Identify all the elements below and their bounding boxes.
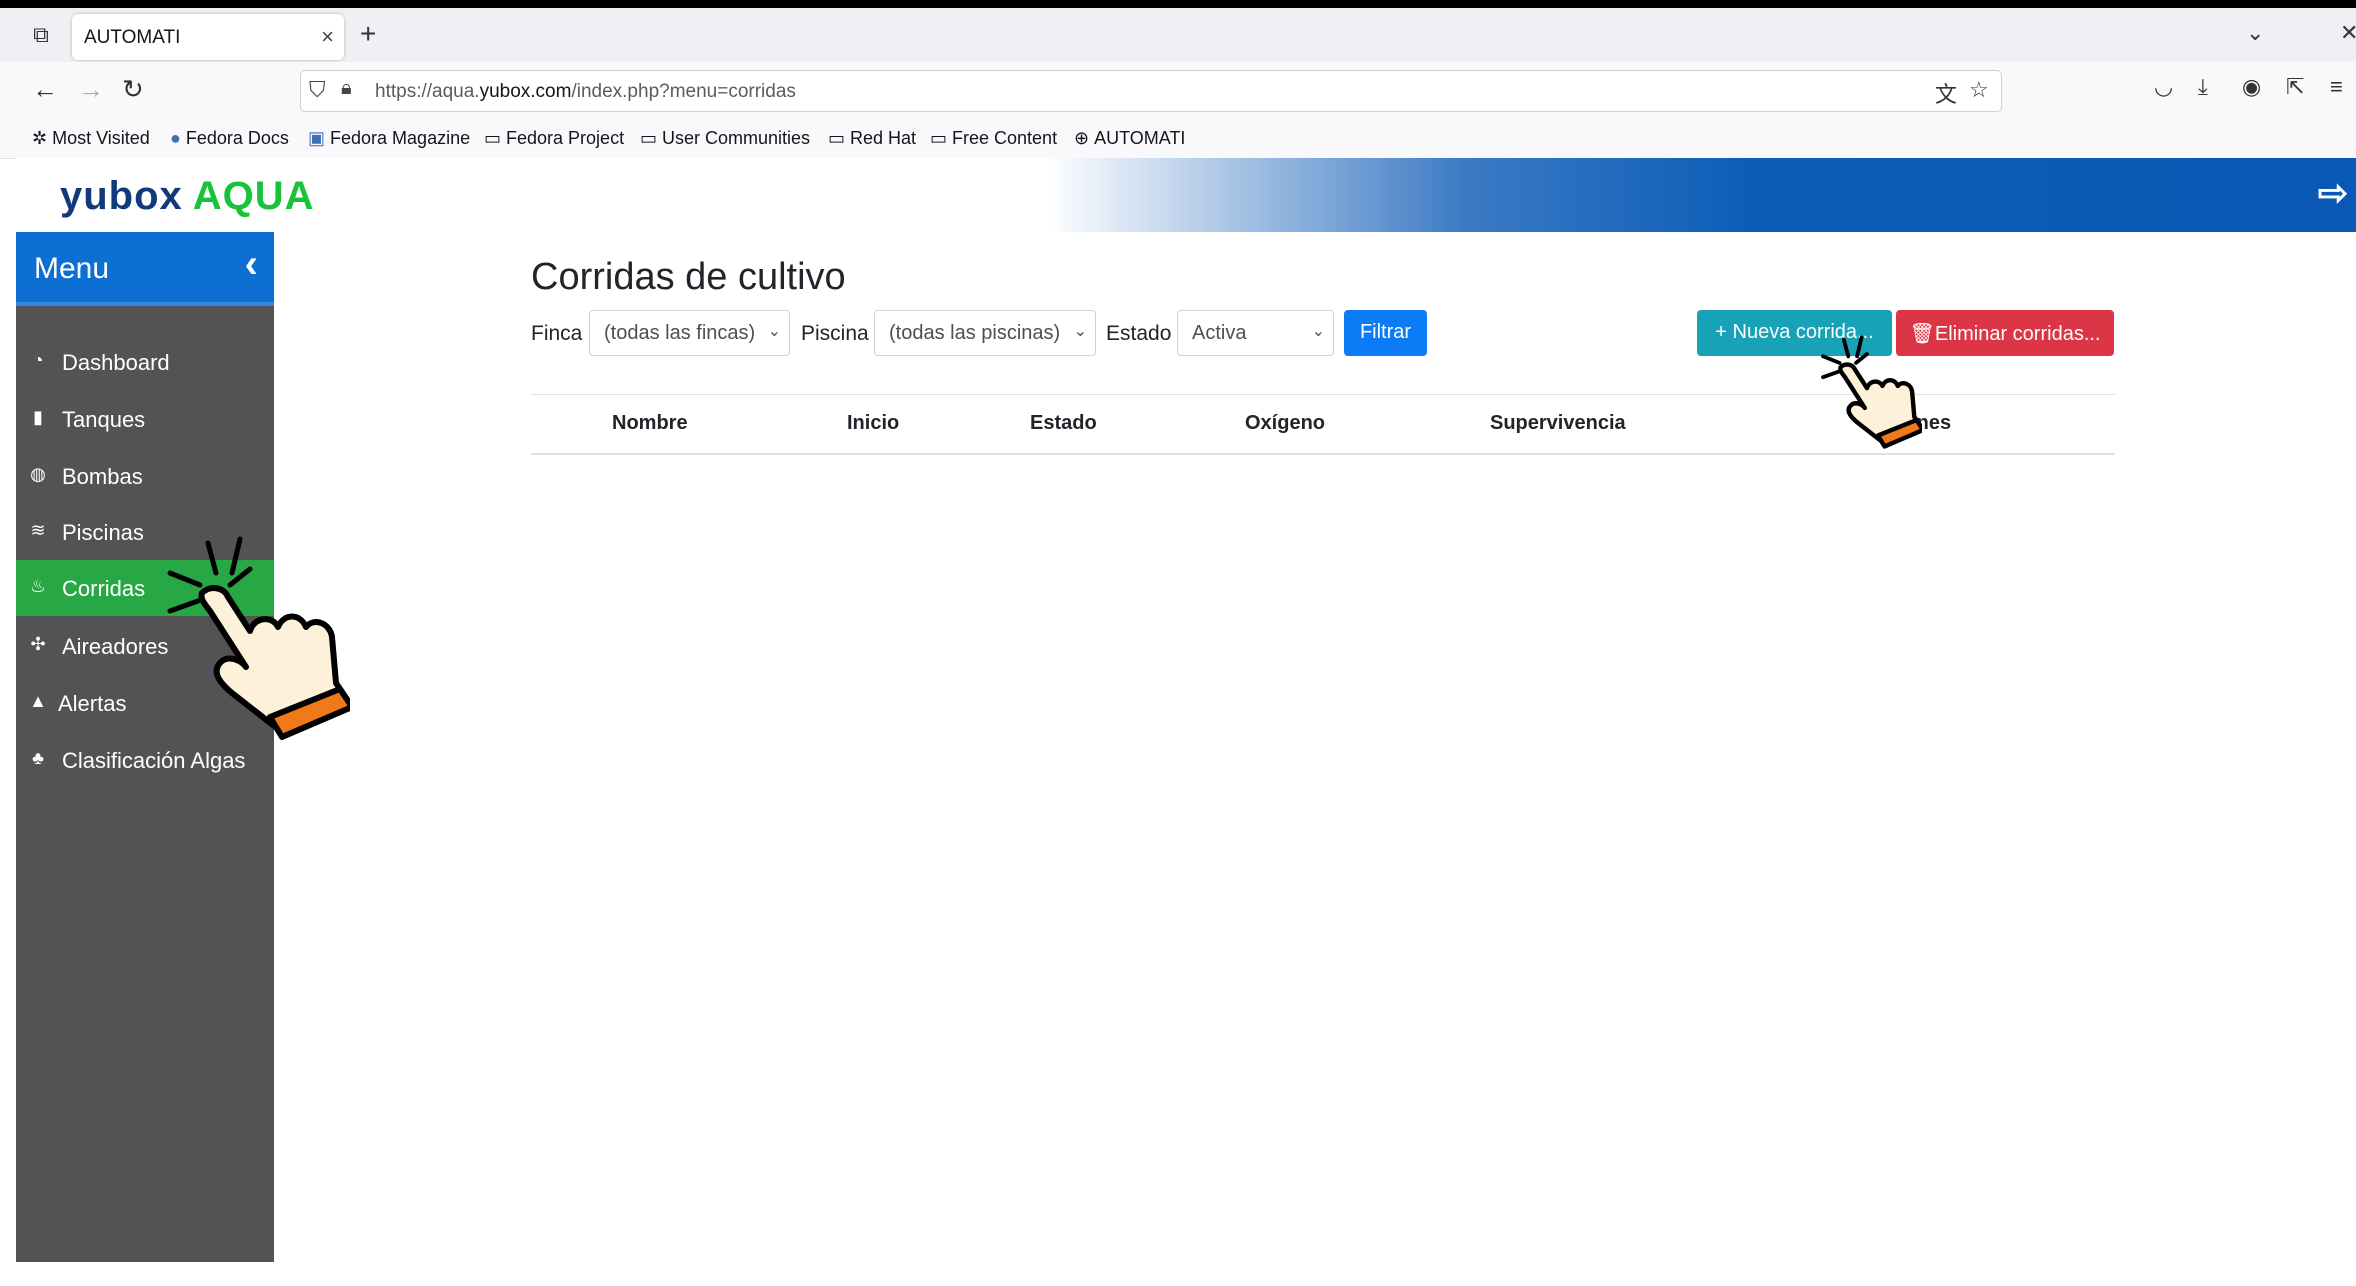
- translate-icon[interactable]: 文: [1935, 77, 1957, 109]
- column-header-inicio[interactable]: Inicio: [847, 412, 899, 435]
- lock-icon[interactable]: 🔒︎: [341, 77, 352, 100]
- dashboard-icon: ◔: [32, 350, 44, 370]
- tab-title: AUTOMATI: [84, 27, 181, 48]
- tab-list-icon[interactable]: ⧉: [26, 20, 56, 50]
- sidebar-item-label: Piscinas: [62, 520, 144, 545]
- bookmark-user-communities[interactable]: ▭ User Communities: [640, 128, 810, 149]
- menu-icon[interactable]: ≡: [2330, 74, 2343, 100]
- pointer-hand-icon: [167, 536, 350, 740]
- sidebar-item-label: Corridas: [62, 576, 146, 601]
- page-title: Corridas de cultivo: [531, 256, 846, 298]
- column-header-estado[interactable]: Estado: [1030, 412, 1097, 435]
- sidebar-item-label: Clasificación Algas: [62, 748, 246, 773]
- bookmark-most-visited[interactable]: ✲ Most Visited: [32, 128, 150, 149]
- download-icon[interactable]: ⤓: [2198, 74, 2208, 100]
- extensions-icon[interactable]: ⇱: [2286, 74, 2304, 100]
- browser-tab[interactable]: AUTOMATI ×: [72, 14, 344, 60]
- column-header-oxigeno[interactable]: Oxígeno: [1245, 412, 1325, 435]
- yubox-logo[interactable]: yubox AQUA: [60, 174, 315, 219]
- sidebar-item-label: Tanques: [62, 407, 146, 432]
- sidebar-item-label: Bombas: [62, 464, 143, 489]
- app-header: yubox AQUA ⇨: [16, 158, 2356, 232]
- chevron-down-icon: ⌄: [767, 323, 781, 340]
- forward-icon[interactable]: →: [78, 74, 104, 105]
- back-icon[interactable]: ←: [32, 74, 58, 105]
- bookmark-red-hat[interactable]: ▭ Red Hat: [828, 128, 916, 149]
- estado-select-value: Activa: [1192, 322, 1247, 344]
- finca-select[interactable]: (todas las fincas) ⌄: [589, 310, 790, 356]
- tab-close-icon[interactable]: ×: [321, 24, 334, 50]
- magazine-icon: ▣: [308, 128, 326, 148]
- pump-icon: ◍: [30, 464, 46, 484]
- sidebar: Menu ‹ ◔ Dashboard ▮ Tanques ◍ Bombas ≋ …: [16, 232, 274, 1262]
- bookmark-fedora-docs[interactable]: ● Fedora Docs: [170, 128, 289, 149]
- reload-icon[interactable]: ↻: [122, 74, 144, 105]
- bell-icon: ▲: [29, 691, 47, 711]
- shrimp-icon: ♨: [29, 576, 47, 596]
- bookmarks-bar: ✲ Most Visited ● Fedora Docs ▣ Fedora Magaz…: [0, 120, 2356, 159]
- screen: ⧉ AUTOMATI × + ⌄ ✕ ← → ↻ ⛉ 🔒︎ https://aq…: [0, 8, 2356, 1286]
- tank-icon: ▮: [33, 407, 43, 427]
- account-icon[interactable]: ◉: [2242, 74, 2261, 100]
- logout-icon[interactable]: ⇨: [2318, 172, 2348, 214]
- folder-icon: ▭: [484, 128, 502, 148]
- estado-label: Estado: [1106, 322, 1172, 345]
- new-tab-button[interactable]: +: [360, 18, 376, 50]
- column-header-nombre[interactable]: Nombre: [612, 412, 688, 435]
- browser-tab-bar: ⧉ AUTOMATI × + ⌄ ✕: [0, 8, 2356, 62]
- column-header-supervivencia[interactable]: Supervivencia: [1490, 412, 1626, 435]
- piscina-select[interactable]: (todas las piscinas) ⌄: [874, 310, 1096, 356]
- bookmark-fedora-project[interactable]: ▭ Fedora Project: [484, 128, 624, 149]
- close-icon[interactable]: ✕: [2340, 20, 2356, 46]
- shield-icon[interactable]: ⛉: [309, 77, 326, 103]
- url-bar[interactable]: ⛉ 🔒︎ https://aqua.yubox.com/index.php?me…: [300, 70, 2002, 112]
- menu-title: Menu: [34, 252, 110, 285]
- sidebar-item-clasificacion-algas[interactable]: ♣ Clasificación Algas: [16, 738, 274, 780]
- sidebar-item-bombas[interactable]: ◍ Bombas: [16, 454, 274, 496]
- sidebar-item-dashboard[interactable]: ◔ Dashboard: [16, 340, 274, 382]
- folder-icon: ▭: [828, 128, 846, 148]
- finca-select-value: (todas las fincas): [604, 322, 756, 344]
- delete-corridas-button[interactable]: 🗑︎Eliminar corridas...: [1896, 310, 2114, 356]
- pointer-hand-icon: [1821, 335, 1922, 449]
- sidebar-item-label: Dashboard: [62, 350, 170, 375]
- chevron-down-icon[interactable]: ⌄: [2246, 20, 2264, 46]
- browser-nav-bar: ← → ↻ ⛉ 🔒︎ https://aqua.yubox.com/index.…: [0, 62, 2356, 120]
- piscina-label: Piscina: [801, 322, 869, 345]
- menu-header: Menu ‹: [16, 232, 274, 306]
- chevron-down-icon: ⌄: [1073, 323, 1087, 340]
- folder-icon: ▭: [930, 128, 948, 148]
- piscina-select-value: (todas las piscinas): [889, 322, 1061, 344]
- globe-icon: ⊕: [1074, 128, 1090, 148]
- pocket-icon[interactable]: ◡: [2154, 74, 2173, 100]
- bookmark-fedora-magazine[interactable]: ▣ Fedora Magazine: [308, 128, 470, 149]
- filter-button[interactable]: Filtrar: [1344, 310, 1427, 356]
- sidebar-item-label: Alertas: [58, 691, 127, 716]
- sidebar-item-tanques[interactable]: ▮ Tanques: [16, 397, 274, 439]
- finca-label: Finca: [531, 322, 583, 345]
- url-text[interactable]: https://aqua.yubox.com/index.php?menu=co…: [375, 81, 796, 103]
- estado-select[interactable]: Activa ⌄: [1177, 310, 1334, 356]
- chevron-left-icon[interactable]: ‹: [245, 242, 258, 287]
- fedora-icon: ●: [170, 128, 181, 148]
- star-icon[interactable]: ☆: [1969, 77, 1989, 103]
- fan-icon: ✣: [30, 634, 46, 654]
- algae-icon: ♣: [32, 748, 44, 768]
- bookmark-free-content[interactable]: ▭ Free Content: [930, 128, 1057, 149]
- delete-button-label: Eliminar corridas...: [1934, 323, 2101, 345]
- water-icon: ≋: [30, 520, 46, 540]
- gear-icon: ✲: [32, 128, 48, 148]
- folder-icon: ▭: [640, 128, 658, 148]
- bookmark-automati[interactable]: ⊕ AUTOMATI: [1074, 128, 1185, 149]
- table-header-border: [531, 453, 2115, 455]
- chevron-down-icon: ⌄: [1311, 323, 1325, 340]
